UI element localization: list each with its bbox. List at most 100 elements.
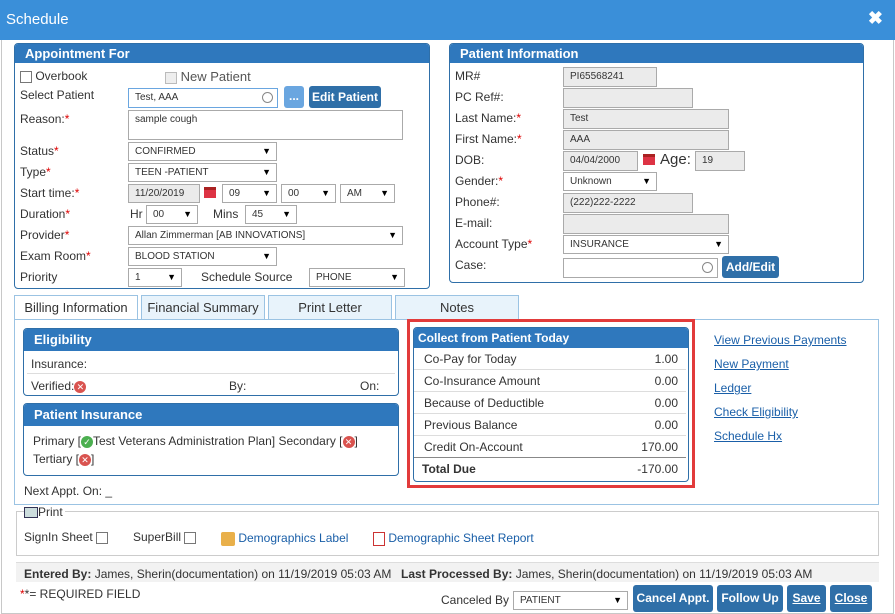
- schedule-source-label: Schedule Source: [201, 270, 293, 284]
- signin-sheet-checkbox[interactable]: SignIn Sheet: [24, 530, 109, 544]
- verified-label-text: Verified:: [31, 379, 75, 393]
- gender-select[interactable]: Unknown ▼: [563, 172, 657, 191]
- phone-label: Phone#:: [455, 195, 500, 209]
- status-label: Status*: [20, 144, 59, 158]
- window-title: Schedule: [6, 11, 69, 28]
- mins-label: Mins: [213, 207, 239, 221]
- add-edit-case-button[interactable]: Add/Edit: [722, 256, 779, 278]
- mr-label: MR#: [455, 69, 481, 83]
- print-legend-text: Print: [38, 505, 63, 519]
- schedule-hx-link[interactable]: Schedule Hx: [714, 429, 782, 443]
- type-select[interactable]: TEEN -PATIENT ▼: [128, 163, 277, 182]
- duration-label: Duration*: [20, 207, 71, 221]
- demographic-sheet-link[interactable]: Demographic Sheet Report: [388, 531, 533, 545]
- email-input[interactable]: [563, 214, 729, 234]
- calendar-icon[interactable]: [204, 187, 216, 201]
- schedule-source-select[interactable]: PHONE ▼: [309, 268, 405, 287]
- dob-label: DOB:: [455, 153, 485, 167]
- chevron-down-icon: ▼: [613, 595, 622, 605]
- demographics-label-link[interactable]: Demographics Label: [238, 531, 348, 545]
- case-input[interactable]: [563, 258, 718, 278]
- check-eligibility-link[interactable]: Check Eligibility: [714, 405, 798, 419]
- pcref-input[interactable]: [563, 88, 693, 108]
- tab-financial-summary[interactable]: Financial Summary: [141, 295, 265, 320]
- chevron-down-icon: ▼: [167, 272, 176, 282]
- start-ampm-select[interactable]: AM ▼: [340, 184, 395, 203]
- close-icon[interactable]: ✖: [868, 8, 883, 29]
- collect-row-value: 170.00: [641, 440, 678, 454]
- start-hour-select[interactable]: 09 ▼: [222, 184, 277, 203]
- superbill-checkbox[interactable]: SuperBill: [133, 530, 197, 544]
- type-label-text: Type: [20, 165, 47, 179]
- exam-room-select[interactable]: BLOOD STATION ▼: [128, 247, 277, 266]
- demographic-sheet-link-wrap[interactable]: Demographic Sheet Report: [373, 531, 534, 546]
- reason-textarea[interactable]: sample cough: [128, 110, 403, 140]
- follow-up-button[interactable]: Follow Up: [717, 585, 783, 612]
- tertiary-label: Tertiary [: [33, 452, 80, 466]
- status-label-text: Status: [20, 144, 55, 158]
- account-type-label: Account Type*: [455, 237, 533, 251]
- close-button[interactable]: Close: [830, 585, 872, 612]
- first-name-input[interactable]: AAA: [563, 130, 729, 150]
- collect-row-name: Co-Insurance Amount: [424, 374, 541, 388]
- status-select[interactable]: CONFIRMED ▼: [128, 142, 277, 161]
- appointment-header: Appointment For: [15, 44, 429, 63]
- new-patient-checkbox[interactable]: New Patient: [165, 69, 251, 84]
- primary-plan[interactable]: Test Veterans Administration Plan]: [93, 434, 275, 448]
- chevron-down-icon: ▼: [282, 209, 291, 219]
- on-label: On:: [360, 379, 380, 393]
- start-min-select[interactable]: 00 ▼: [281, 184, 336, 203]
- phone-input[interactable]: (222)222-2222: [563, 193, 693, 213]
- canceled-by-value: PATIENT: [520, 595, 561, 606]
- error-x-icon: ✕: [79, 453, 92, 466]
- account-type-select[interactable]: INSURANCE ▼: [563, 235, 729, 254]
- canceled-by-select[interactable]: PATIENT ▼: [513, 591, 628, 610]
- print-legend: Print: [24, 505, 65, 519]
- secondary-label: Secondary [: [278, 434, 343, 448]
- view-previous-payments-link[interactable]: View Previous Payments: [714, 333, 847, 347]
- browse-patient-button[interactable]: ...: [284, 86, 304, 108]
- entered-by: Entered By: James, Sherin(documentation)…: [24, 567, 391, 581]
- ledger-link[interactable]: Ledger: [714, 381, 751, 395]
- mr-input[interactable]: PI65568241: [563, 67, 657, 87]
- mins-select[interactable]: 45 ▼: [245, 205, 297, 224]
- new-payment-link[interactable]: New Payment: [714, 357, 789, 371]
- dob-input[interactable]: 04/04/2000: [563, 151, 638, 171]
- last-name-input[interactable]: Test: [563, 109, 729, 129]
- patient-insurance-header: Patient Insurance: [24, 404, 398, 426]
- cancel-appt-button[interactable]: Cancel Appt.: [633, 585, 713, 612]
- last-name-label: Last Name:*: [455, 111, 522, 125]
- insurance-label: Insurance:: [31, 357, 88, 371]
- eligibility-header: Eligibility: [24, 329, 398, 351]
- collect-row: Credit On-Account 170.00: [414, 436, 686, 458]
- collect-row: Co-Insurance Amount 0.00: [414, 370, 686, 392]
- priority-select[interactable]: 1 ▼: [128, 268, 182, 287]
- tab-print-letter[interactable]: Print Letter: [268, 295, 392, 320]
- calendar-icon[interactable]: [643, 154, 655, 168]
- start-date-input[interactable]: 11/20/2019: [128, 184, 200, 203]
- collect-row-name: Previous Balance: [424, 418, 518, 432]
- overbook-checkbox[interactable]: Overbook: [20, 69, 87, 83]
- status-value: CONFIRMED: [135, 146, 196, 157]
- tab-notes[interactable]: Notes: [395, 295, 519, 320]
- edit-patient-button[interactable]: Edit Patient: [309, 86, 381, 108]
- reason-label: Reason:*: [20, 112, 70, 126]
- signin-sheet-label: SignIn Sheet: [24, 530, 93, 544]
- email-label: E-mail:: [455, 216, 493, 230]
- superbill-label: SuperBill: [133, 530, 182, 544]
- start-time-label-text: Start time:: [20, 186, 75, 200]
- hr-select[interactable]: 00 ▼: [146, 205, 198, 224]
- chevron-down-icon: ▼: [262, 188, 271, 198]
- provider-select[interactable]: Allan Zimmerman [AB INNOVATIONS] ▼: [128, 226, 403, 245]
- tab-billing-information[interactable]: Billing Information: [14, 295, 138, 320]
- select-patient-input[interactable]: Test, AAA: [128, 88, 278, 108]
- required-note: **= REQUIRED FIELD: [20, 587, 141, 601]
- duration-label-text: Duration: [20, 207, 66, 221]
- age-input[interactable]: 19: [695, 151, 745, 171]
- start-time-label: Start time:*: [20, 186, 80, 200]
- collect-row-value: 0.00: [654, 374, 678, 388]
- collect-row-name: Co-Pay for Today: [424, 352, 517, 366]
- reason-label-text: Reason:: [20, 112, 65, 126]
- demographics-label-link-wrap[interactable]: Demographics Label: [221, 531, 348, 546]
- save-button[interactable]: Save: [787, 585, 826, 612]
